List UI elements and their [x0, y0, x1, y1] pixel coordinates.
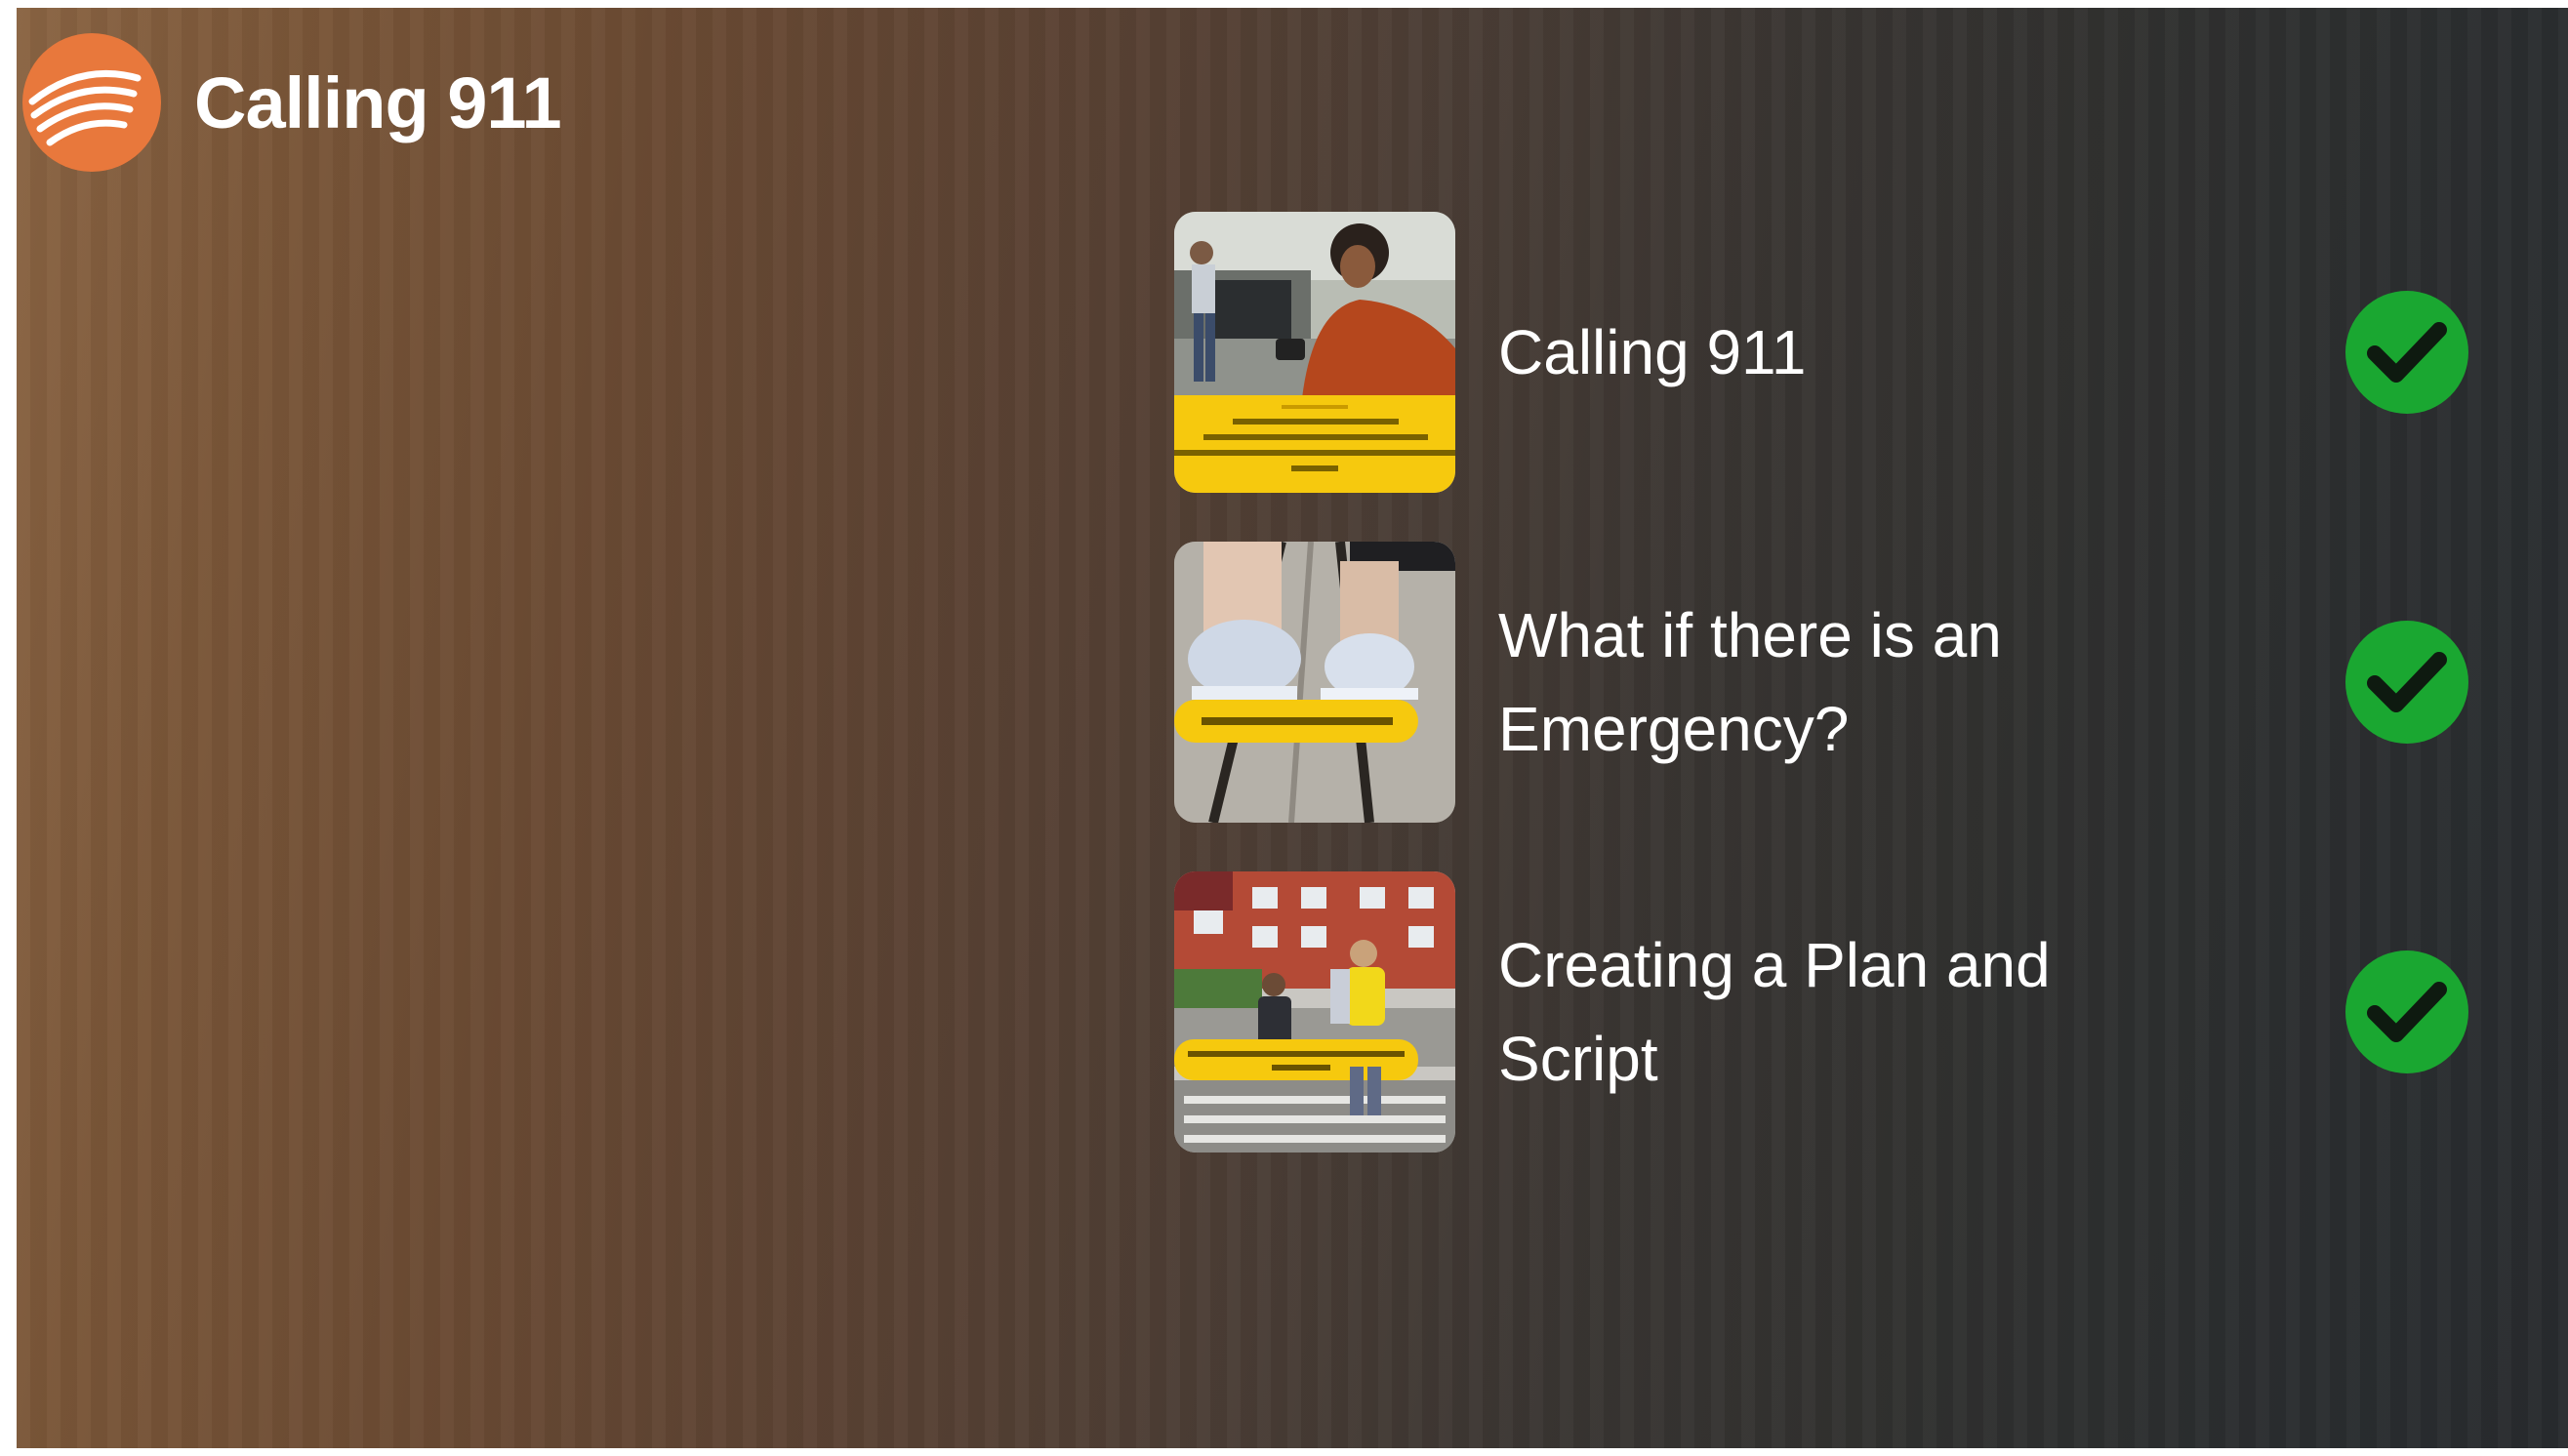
- lesson-list: Calling 911 What if there is an Emergenc…: [1174, 211, 2482, 1200]
- wave-signal-logo-icon[interactable]: [22, 33, 161, 172]
- check-circle-icon: [2345, 621, 2468, 744]
- lesson-thumbnail: [1174, 542, 1455, 823]
- app-title: Calling 911: [194, 61, 562, 143]
- lesson-title: Calling 911: [1498, 317, 1807, 387]
- lesson-page: Calling 911 Calling 911 What if there is…: [17, 8, 2568, 1448]
- lesson-item-creating-plan[interactable]: Creating a Plan and Script: [1174, 870, 2482, 1153]
- lesson-item-calling-911[interactable]: Calling 911: [1174, 211, 2482, 494]
- app-header: Calling 911: [22, 33, 562, 172]
- lesson-item-what-if-emergency[interactable]: What if there is an Emergency?: [1174, 541, 2482, 824]
- check-circle-icon: [2345, 291, 2468, 414]
- check-circle-icon: [2345, 950, 2468, 1073]
- lesson-thumbnail: [1174, 871, 1455, 1153]
- lesson-thumbnail: [1174, 212, 1455, 493]
- lesson-title: What if there is an Emergency?: [1498, 600, 2002, 764]
- lesson-title: Creating a Plan and Script: [1498, 930, 2051, 1094]
